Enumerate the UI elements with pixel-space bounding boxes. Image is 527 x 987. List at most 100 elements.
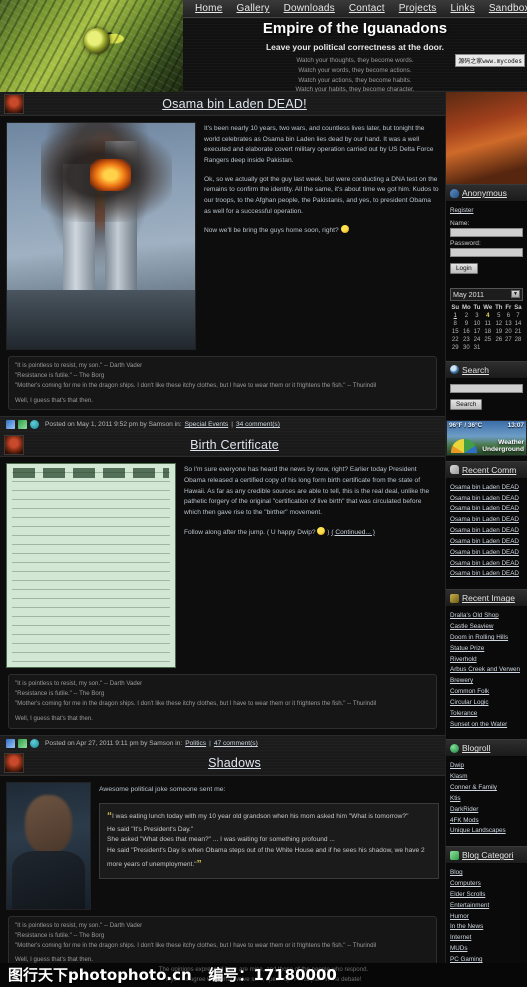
feed-icon[interactable] <box>18 420 27 430</box>
recent-comment-item[interactable]: Osama bin Laden DEAD <box>450 526 523 537</box>
recent-image-item[interactable]: Dralla's Old Shop <box>450 611 523 622</box>
category-item[interactable]: MUDs <box>450 944 523 955</box>
category-item[interactable]: Blog <box>450 868 523 879</box>
category-item[interactable]: Computers <box>450 879 523 890</box>
joke-intro: Awesome political joke someone sent me: <box>99 785 226 793</box>
month-select[interactable]: May 2011 ▼ <box>450 287 523 301</box>
calendar-day: 10 <box>473 320 481 327</box>
widget-weather[interactable]: 96°F / 36°C 13:07 Weather Underground <box>446 419 527 456</box>
category-item[interactable]: Entertainment <box>450 901 523 912</box>
nav-item-contact[interactable]: Contact <box>349 3 385 14</box>
post-comments-link[interactable]: 34 comment(s) <box>236 421 280 428</box>
name-input[interactable] <box>450 227 523 237</box>
recent-comment-item[interactable]: Osama bin Laden DEAD <box>450 483 523 494</box>
weekday-su: Su <box>451 304 460 311</box>
birth-certificate-image <box>6 463 176 669</box>
main-navigation[interactable]: Home Gallery Downloads Contact Projects … <box>183 0 527 18</box>
password-input[interactable] <box>450 247 523 257</box>
green-square-icon <box>450 850 459 860</box>
recent-comment-item[interactable]: Osama bin Laden DEAD <box>450 548 523 559</box>
quote-line-2: Watch your words, they become actions. <box>298 66 412 74</box>
nav-item-gallery[interactable]: Gallery <box>236 3 269 14</box>
share-icon[interactable] <box>6 420 15 430</box>
obama-portrait-image <box>6 781 91 910</box>
calendar-day-empty <box>494 344 504 352</box>
recent-image-item[interactable]: Doom in Rolling Hills <box>450 633 523 644</box>
post-title-link[interactable]: Shadows <box>24 756 445 770</box>
calendar-day[interactable]: 1 <box>450 312 460 320</box>
blogroll-item[interactable]: Klasm <box>450 772 523 783</box>
recent-comment-item[interactable]: Osama bin Laden DEAD <box>450 504 523 515</box>
post-category-link[interactable]: Special Events <box>185 421 229 428</box>
nav-item-links[interactable]: Links <box>450 3 474 14</box>
calendar-table: Su Mo Tu We Th Fr Sa 1 2 3 4 5 6 7 8 9 1… <box>450 304 523 352</box>
recent-image-item[interactable]: Castle Seaview <box>450 622 523 633</box>
weekday-we: We <box>483 304 493 311</box>
blogroll-item[interactable]: Ktis <box>450 794 523 805</box>
nav-item-home[interactable]: Home <box>195 3 222 14</box>
post-title-link[interactable]: Birth Certificate <box>24 438 445 452</box>
stumble-icon[interactable] <box>30 420 39 430</box>
chevron-down-icon[interactable]: ▼ <box>511 290 520 299</box>
category-item[interactable]: Elder Scrolls <box>450 890 523 901</box>
calendar-day: 6 <box>506 312 511 319</box>
blogroll-item[interactable]: Dwip <box>450 761 523 772</box>
widget-header: Anonymous <box>446 184 527 202</box>
weather-brand-line2: Underground <box>482 445 524 453</box>
recent-image-item[interactable]: Circular Logic <box>450 698 523 709</box>
recent-image-item[interactable]: Common Folk <box>450 687 523 698</box>
login-button[interactable]: Login <box>450 262 478 274</box>
feed-icon[interactable] <box>18 738 27 748</box>
weather-banner[interactable]: 96°F / 36°C 13:07 Weather Underground <box>446 419 527 456</box>
post-text: Awesome political joke someone sent me: … <box>99 782 439 879</box>
post-text: So I'm sure everyone has heard the news … <box>184 463 439 546</box>
category-item[interactable]: Humor <box>450 912 523 923</box>
recent-comment-item[interactable]: Osama bin Laden DEAD <box>450 494 523 505</box>
recent-image-item[interactable]: Arbus Creek and Verwen <box>450 665 523 676</box>
calendar-day: 28 <box>514 336 522 343</box>
recent-comment-item[interactable]: Osama bin Laden DEAD <box>450 515 523 526</box>
share-icon[interactable] <box>6 738 15 748</box>
category-item[interactable]: In the News <box>450 922 523 933</box>
recent-image-item[interactable]: Brewery <box>450 676 523 687</box>
widget-header: Search <box>446 360 527 379</box>
post-body: So I'm sure everyone has heard the news … <box>0 457 445 734</box>
search-input[interactable] <box>450 383 523 393</box>
blogroll-item[interactable]: Conner & Family <box>450 783 523 794</box>
recent-comment-item[interactable]: Osama bin Laden DEAD <box>450 559 523 570</box>
recent-comment-item[interactable]: Osama bin Laden DEAD <box>450 537 523 548</box>
name-label: Name: <box>450 219 470 227</box>
recent-comment-item[interactable]: Osama bin Laden DEAD <box>450 569 523 580</box>
blogroll-item[interactable]: 4FK Mods <box>450 816 523 827</box>
post-category-link[interactable]: Politics <box>185 740 206 747</box>
calendar-day-empty <box>482 344 494 352</box>
post-header: Osama bin Laden DEAD! <box>0 92 445 116</box>
page-root: Home Gallery Downloads Contact Projects … <box>0 0 527 987</box>
register-link[interactable]: Register <box>450 206 523 217</box>
nav-item-downloads[interactable]: Downloads <box>284 3 335 14</box>
stumble-icon[interactable] <box>30 738 39 748</box>
avatar <box>4 753 24 774</box>
search-button[interactable]: Search <box>450 398 483 410</box>
calendar-day: 29 <box>451 344 459 351</box>
continued-link[interactable]: ( Continued... ) <box>331 529 375 536</box>
body-wrapper: Osama bin Laden DEAD! It's been nearly 1… <box>0 92 527 987</box>
recent-image-item[interactable]: Sunset on the Water <box>450 720 523 731</box>
post-comments-link[interactable]: 47 comment(s) <box>214 740 258 747</box>
category-item[interactable]: Internet <box>450 933 523 944</box>
sig-line-3: "Mother's coming for me in the dragon sh… <box>15 381 377 389</box>
widget-search: Search Search <box>446 360 527 415</box>
widget-title: Anonymous <box>462 188 507 198</box>
recent-image-item[interactable]: Statue Prize <box>450 644 523 655</box>
calendar-day: 30 <box>463 344 470 351</box>
recent-image-item[interactable]: Riverhold <box>450 655 523 666</box>
calendar-day: 3 <box>475 312 479 319</box>
nav-item-projects[interactable]: Projects <box>399 3 437 14</box>
nav-item-sandbox[interactable]: Sandbox <box>489 3 527 14</box>
post-paragraph-3-text: Now we'll be bring the guys home soon, r… <box>204 227 339 235</box>
post-title-link[interactable]: Osama bin Laden DEAD! <box>24 97 445 111</box>
recent-image-item[interactable]: Tolerance <box>450 709 523 720</box>
blogroll-item[interactable]: DarkRider <box>450 805 523 816</box>
blogroll-item[interactable]: Unique Landscapes <box>450 826 523 837</box>
widget-body: May 2011 ▼ Su Mo Tu We Th Fr Sa 1 2 3 4 … <box>446 284 527 356</box>
